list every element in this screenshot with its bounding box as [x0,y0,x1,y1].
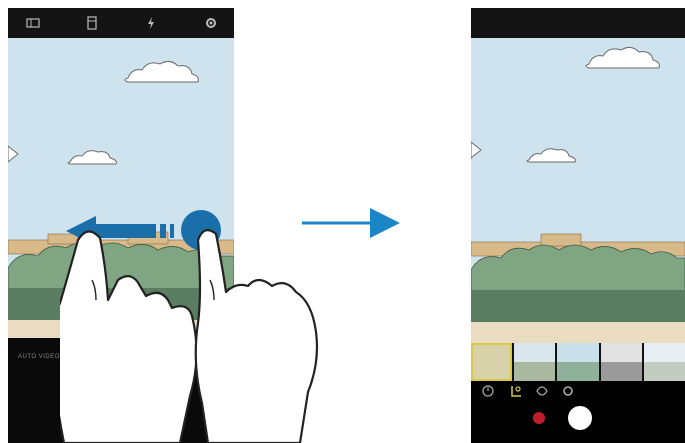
filter-thumbnail[interactable] [557,343,599,381]
settings-icon[interactable] [204,16,218,30]
flash-icon[interactable] [144,16,158,30]
camera-top-bar [8,8,234,38]
record-button[interactable] [533,412,545,424]
shutter-button[interactable] [568,406,592,430]
hdr-icon[interactable] [26,16,40,30]
camera-top-bar [471,8,685,38]
filter-thumbnail-strip [471,343,685,381]
camera-mode-label[interactable]: AUTO VIDEO [18,354,60,360]
right-phone-screen [471,8,685,443]
camera-viewfinder [471,38,685,343]
filter-thumbnail[interactable] [471,343,513,381]
filter-thumbnail[interactable] [514,343,556,381]
settings-icon[interactable] [561,384,575,398]
timer-icon[interactable] [481,384,495,398]
aspect-ratio-icon[interactable] [85,16,99,30]
hand-gesture-illustration [60,229,319,443]
transition-arrow-icon [302,208,400,238]
camera-tool-tabs [471,381,685,401]
filter-icon[interactable] [509,384,523,398]
effects-icon[interactable] [535,384,549,398]
filter-thumbnail[interactable] [643,343,685,381]
filter-thumbnail[interactable] [600,343,642,381]
